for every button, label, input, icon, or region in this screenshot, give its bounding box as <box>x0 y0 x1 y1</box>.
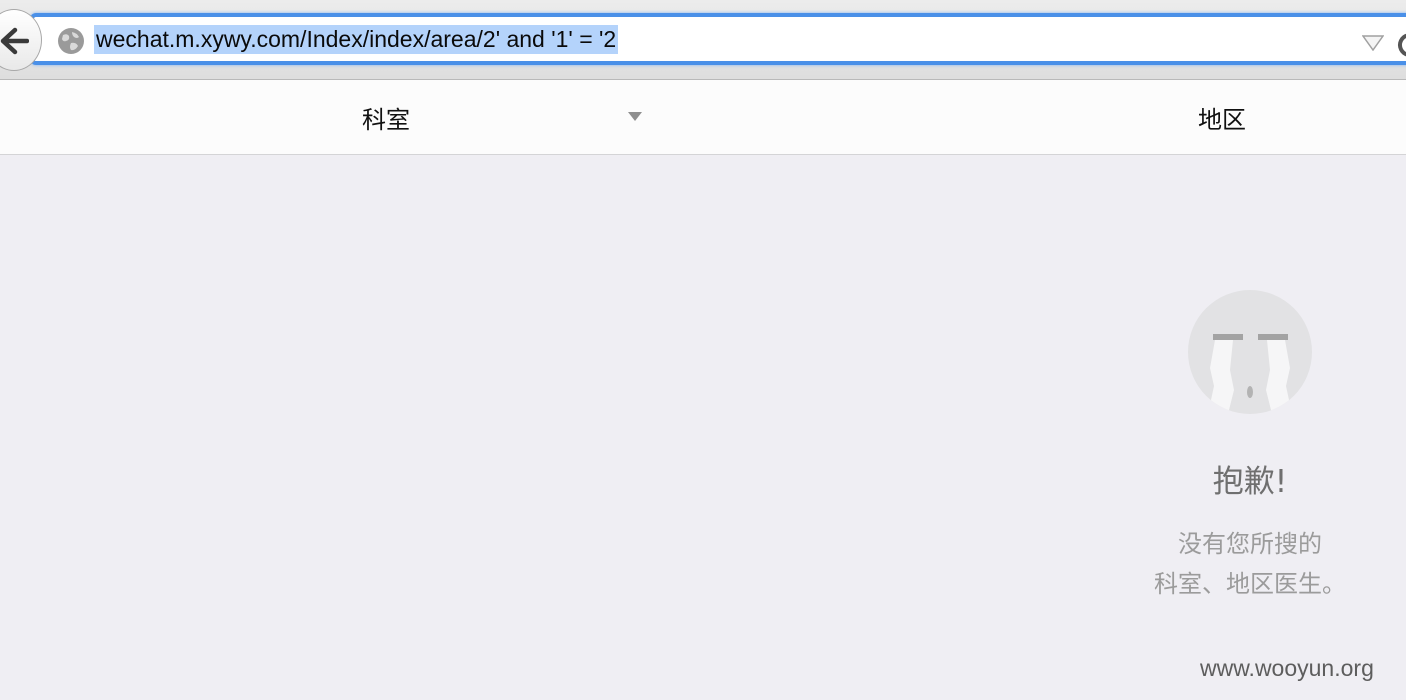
empty-state-message-line: 没有您所搜的 <box>1178 530 1322 558</box>
url-bar[interactable]: wechat.m.xywy.com/Index/index/area/2' an… <box>30 13 1406 65</box>
browser-toolbar: wechat.m.xywy.com/Index/index/area/2' an… <box>0 0 1406 80</box>
reload-icon[interactable] <box>1396 31 1406 59</box>
arrow-left-icon <box>0 27 29 55</box>
department-filter-tab[interactable]: 科室 <box>0 80 703 154</box>
filter-bar: 科室 地区 <box>0 80 1406 155</box>
chevron-down-icon <box>628 112 642 121</box>
empty-state-message: 没有您所搜的 科室、地区医生。 <box>1120 524 1380 604</box>
url-text[interactable]: wechat.m.xywy.com/Index/index/area/2' an… <box>94 25 619 54</box>
globe-icon <box>58 28 84 54</box>
empty-state: 抱歉! 没有您所搜的 科室、地区医生。 <box>1120 280 1380 610</box>
area-filter-label: 地区 <box>1198 106 1246 134</box>
history-dropdown-icon[interactable] <box>1362 35 1384 51</box>
empty-state-message-line: 科室、地区医生。 <box>1154 570 1346 598</box>
empty-state-title: 抱歉! <box>1212 464 1288 500</box>
crying-face-icon <box>1188 290 1312 414</box>
department-filter-label: 科室 <box>362 106 410 134</box>
watermark: www.wooyun.org <box>1200 655 1374 681</box>
area-filter-tab[interactable]: 地区 <box>1040 80 1406 154</box>
